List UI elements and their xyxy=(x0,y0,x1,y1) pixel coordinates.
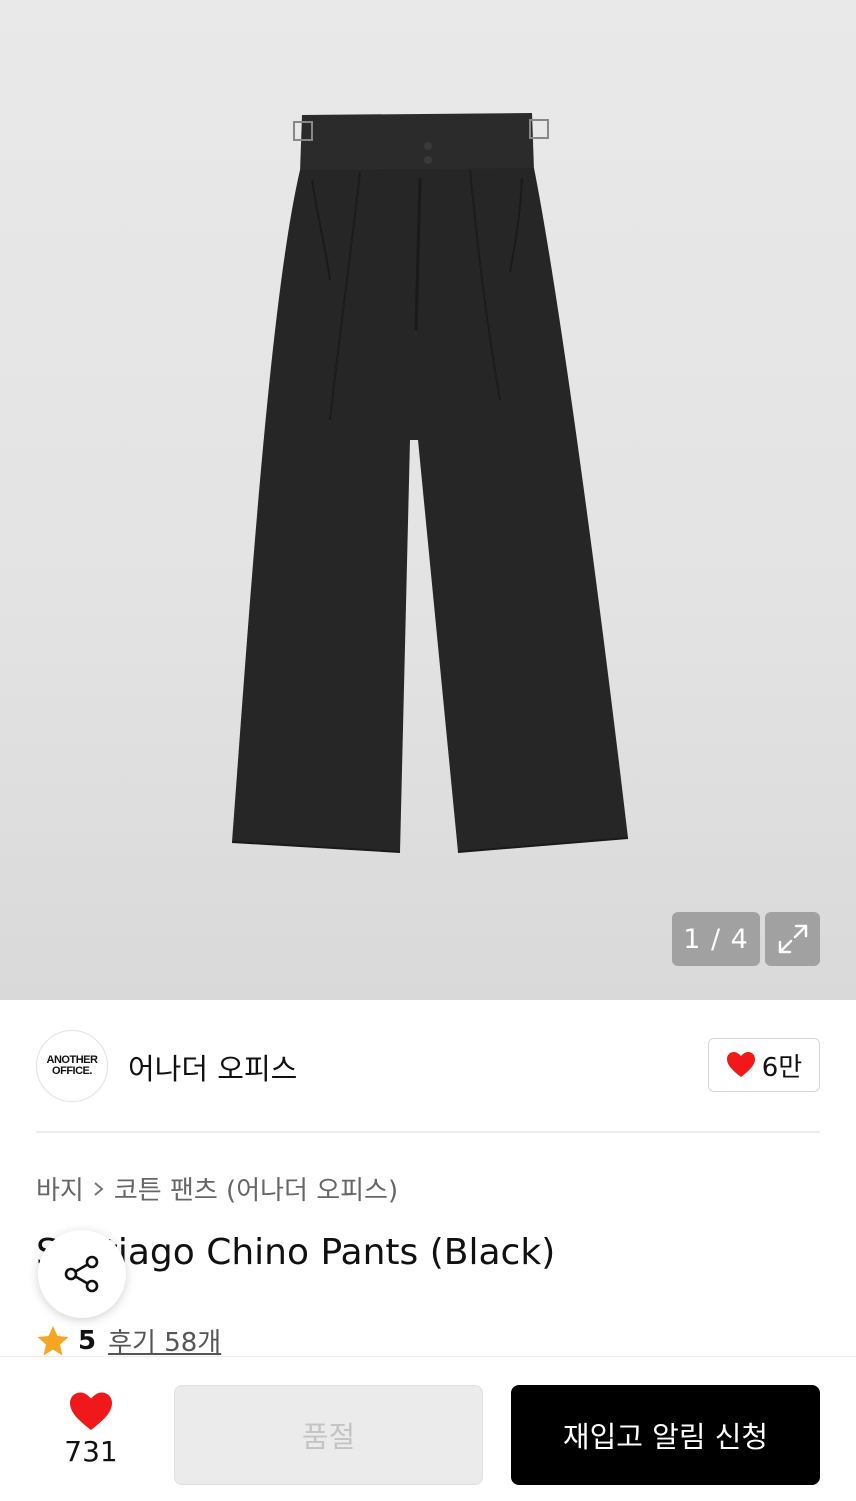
wishlist-button[interactable]: 731 xyxy=(52,1391,130,1481)
heart-icon xyxy=(70,1392,112,1430)
brand-logo-line2: OFFICE. xyxy=(52,1065,92,1077)
brand-like-button[interactable]: 6만 xyxy=(708,1038,820,1092)
restock-alert-button[interactable]: 재입고 알림 신청 xyxy=(511,1385,820,1485)
breadcrumb-subcategory[interactable]: 코튼 팬츠 (어나더 오피스) xyxy=(114,1170,398,1207)
brand-name[interactable]: 어나더 오피스 xyxy=(128,1046,297,1088)
brand-logo[interactable]: ANOTHER OFFICE. xyxy=(36,1030,108,1102)
rating-row: 5 후기 58개 xyxy=(36,1322,221,1359)
breadcrumb: 바지 코튼 팬츠 (어나더 오피스) xyxy=(36,1170,398,1207)
product-image-gallery[interactable]: 1 / 4 xyxy=(0,0,856,1000)
product-image xyxy=(231,113,629,853)
breadcrumb-category[interactable]: 바지 xyxy=(36,1170,84,1207)
chevron-right-icon xyxy=(94,1181,104,1196)
heart-icon xyxy=(726,1052,755,1077)
divider xyxy=(36,1131,820,1133)
soldout-button: 품절 xyxy=(174,1385,483,1485)
review-count-link[interactable]: 후기 58개 xyxy=(108,1322,221,1359)
bottom-action-bar: 731 품절 재입고 알림 신청 xyxy=(0,1356,856,1501)
brand-like-count: 6만 xyxy=(761,1052,803,1083)
share-button[interactable] xyxy=(38,1230,126,1318)
expand-icon xyxy=(778,924,807,954)
rating-score: 5 xyxy=(78,1325,97,1356)
brand-row: ANOTHER OFFICE. 어나더 오피스 6만 xyxy=(36,1030,820,1102)
expand-button[interactable] xyxy=(765,912,820,966)
wishlist-count: 731 xyxy=(64,1435,118,1468)
image-counter: 1 / 4 xyxy=(672,912,760,966)
share-icon xyxy=(64,1255,99,1293)
star-icon xyxy=(37,1325,69,1355)
